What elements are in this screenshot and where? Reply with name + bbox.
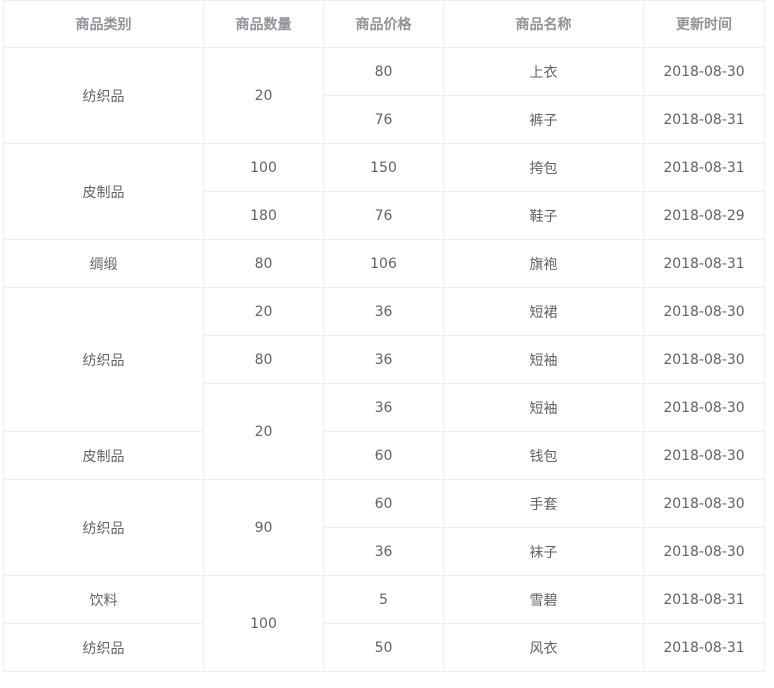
header-price: 商品价格 bbox=[323, 0, 444, 48]
cell-name: 上衣 bbox=[443, 47, 644, 96]
cell-date: 2018-08-31 bbox=[643, 95, 765, 144]
cell-date: 2018-08-31 bbox=[643, 143, 765, 192]
cell-name: 鞋子 bbox=[443, 191, 644, 240]
merged-cell-table-container: 商品类别 商品数量 商品价格 商品名称 更新时间 纺织品 20 80 上衣 20… bbox=[3, 0, 765, 672]
cell-name: 短袖 bbox=[443, 383, 644, 432]
cell-price: 60 bbox=[323, 431, 444, 480]
table-row: 纺织品 90 60 手套 2018-08-30 bbox=[3, 479, 765, 576]
table-row: 纺织品 20 80 上衣 2018-08-30 bbox=[3, 47, 765, 144]
header-quantity: 商品数量 bbox=[203, 0, 324, 48]
cell-price: 36 bbox=[323, 383, 444, 432]
cell-name: 袜子 bbox=[443, 527, 644, 576]
cell-category: 绸缎 bbox=[3, 239, 204, 288]
cell-date: 2018-08-30 bbox=[643, 47, 765, 96]
cell-quantity: 90 bbox=[203, 479, 324, 576]
cell-price: 36 bbox=[323, 287, 444, 336]
cell-name: 短裙 bbox=[443, 287, 644, 336]
cell-quantity: 100 bbox=[203, 575, 324, 672]
cell-quantity: 20 bbox=[203, 383, 324, 480]
cell-name: 挎包 bbox=[443, 143, 644, 192]
cell-price: 36 bbox=[323, 335, 444, 384]
cell-date: 2018-08-31 bbox=[643, 575, 765, 624]
header-category: 商品类别 bbox=[3, 0, 204, 48]
cell-name: 雪碧 bbox=[443, 575, 644, 624]
cell-price: 150 bbox=[323, 143, 444, 192]
cell-date: 2018-08-31 bbox=[643, 623, 765, 672]
cell-category: 皮制品 bbox=[3, 143, 204, 240]
cell-name: 钱包 bbox=[443, 431, 644, 480]
cell-quantity: 180 bbox=[203, 191, 324, 240]
cell-name: 风衣 bbox=[443, 623, 644, 672]
cell-date: 2018-08-31 bbox=[643, 239, 765, 288]
cell-name: 短袖 bbox=[443, 335, 644, 384]
header-name: 商品名称 bbox=[443, 0, 644, 48]
cell-category: 纺织品 bbox=[3, 623, 204, 672]
table-row: 皮制品 100 150 挎包 2018-08-31 bbox=[3, 143, 765, 240]
cell-price: 76 bbox=[323, 191, 444, 240]
cell-name: 旗袍 bbox=[443, 239, 644, 288]
cell-date: 2018-08-30 bbox=[643, 335, 765, 384]
table-row: 纺织品 50 风衣 2018-08-31 bbox=[3, 623, 765, 672]
cell-price: 60 bbox=[323, 479, 444, 528]
cell-price: 106 bbox=[323, 239, 444, 288]
cell-date: 2018-08-30 bbox=[643, 527, 765, 576]
cell-category: 纺织品 bbox=[3, 287, 204, 432]
table-row: 皮制品 60 钱包 2018-08-30 bbox=[3, 431, 765, 480]
cell-quantity: 20 bbox=[203, 47, 324, 144]
cell-price: 80 bbox=[323, 47, 444, 96]
table-row: 纺织品 20 36 短裙 2018-08-30 bbox=[3, 287, 765, 432]
cell-quantity: 100 bbox=[203, 143, 324, 192]
cell-category: 纺织品 bbox=[3, 47, 204, 144]
cell-date: 2018-08-29 bbox=[643, 191, 765, 240]
cell-quantity: 80 bbox=[203, 335, 324, 384]
header-date: 更新时间 bbox=[643, 0, 765, 48]
cell-price: 36 bbox=[323, 527, 444, 576]
product-table: 商品类别 商品数量 商品价格 商品名称 更新时间 纺织品 20 80 上衣 20… bbox=[3, 0, 765, 672]
cell-quantity: 80 bbox=[203, 239, 324, 288]
cell-name: 手套 bbox=[443, 479, 644, 528]
table-row: 饮料 100 5 雪碧 2018-08-31 bbox=[3, 575, 765, 672]
cell-quantity: 20 bbox=[203, 287, 324, 336]
header-row: 商品类别 商品数量 商品价格 商品名称 更新时间 bbox=[3, 0, 765, 48]
table-body: 纺织品 20 80 上衣 2018-08-30 76 裤子 2018-08-31… bbox=[3, 47, 765, 672]
cell-category: 饮料 bbox=[3, 575, 204, 624]
cell-price: 5 bbox=[323, 575, 444, 624]
cell-date: 2018-08-30 bbox=[643, 383, 765, 432]
cell-name: 裤子 bbox=[443, 95, 644, 144]
cell-date: 2018-08-30 bbox=[643, 431, 765, 480]
table-row: 绸缎 80 106 旗袍 2018-08-31 bbox=[3, 239, 765, 288]
cell-category: 纺织品 bbox=[3, 479, 204, 576]
cell-price: 76 bbox=[323, 95, 444, 144]
cell-category: 皮制品 bbox=[3, 431, 204, 480]
cell-price: 50 bbox=[323, 623, 444, 672]
cell-date: 2018-08-30 bbox=[643, 479, 765, 528]
table-header: 商品类别 商品数量 商品价格 商品名称 更新时间 bbox=[3, 0, 765, 48]
cell-date: 2018-08-30 bbox=[643, 287, 765, 336]
